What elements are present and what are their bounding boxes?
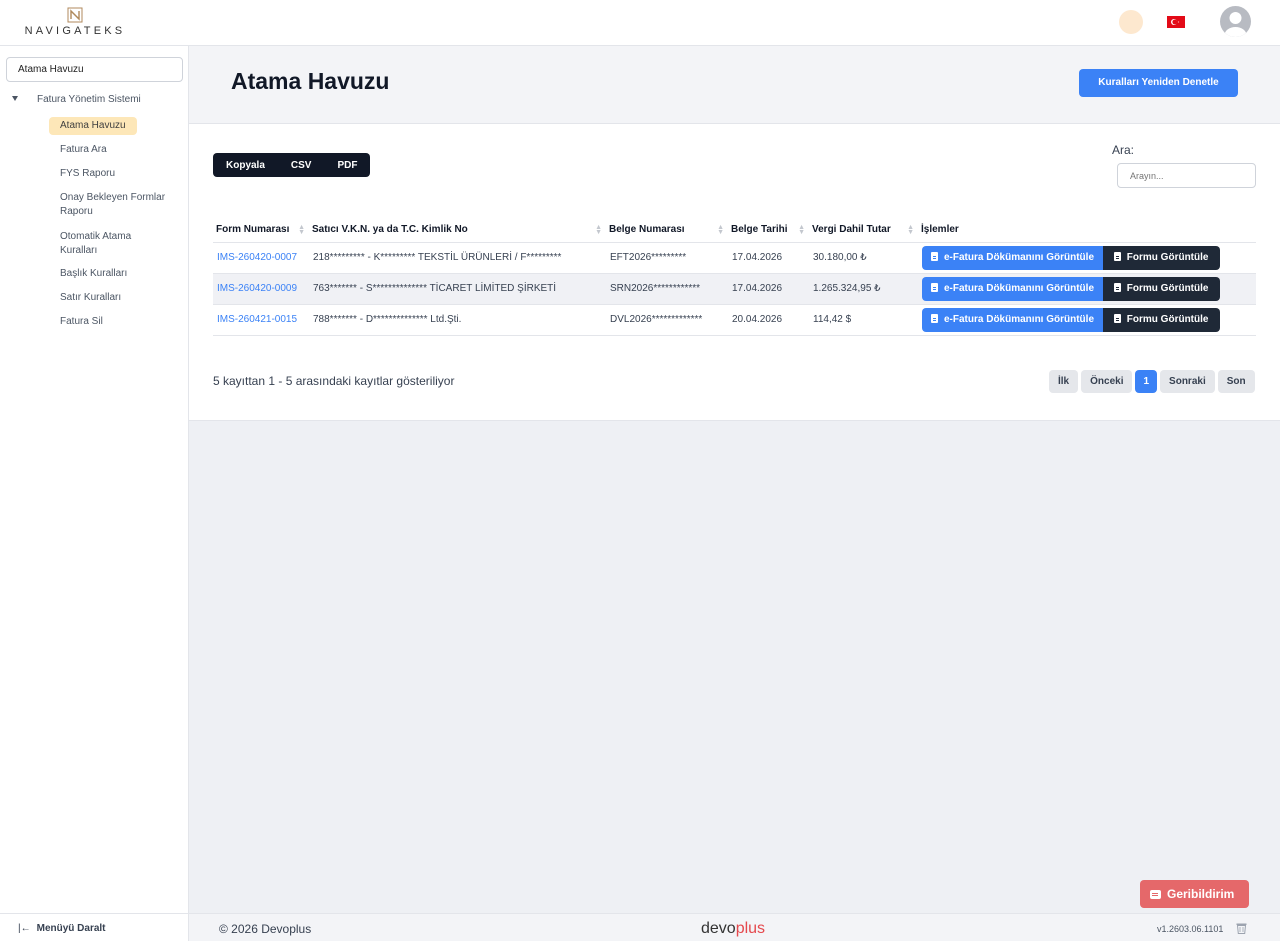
sidebar-item-satir-kurallari[interactable]: Satır Kuralları — [60, 291, 180, 305]
page-last-button[interactable]: Son — [1217, 370, 1255, 393]
recheck-rules-button[interactable]: Kuralları Yeniden Denetle — [1079, 69, 1238, 97]
copyright-text: © 2026 Devoplus — [219, 922, 312, 936]
page-number-button[interactable]: 1 — [1135, 370, 1158, 393]
sidebar-item-onay-bekleyen[interactable]: Onay Bekleyen Formlar Raporu — [60, 191, 180, 219]
doc-no-cell: SRN2026************ — [606, 273, 728, 305]
table-row: IMS-260421-0015 788******* - D**********… — [213, 304, 1256, 336]
pagination: İlk Önceki 1 Sonraki Son — [1049, 370, 1255, 393]
col-doc-date[interactable]: Belge Tarihi ▲ ▼ — [728, 218, 809, 243]
turkish-flag-icon[interactable] — [1167, 16, 1185, 28]
col-seller[interactable]: Satıcı V.K.N. ya da T.C. Kimlik No ▲ ▼ — [309, 218, 606, 243]
collapse-arrow-icon: |← — [18, 923, 31, 934]
main-panel: Kopyala CSV PDF Ara: Form Numarası▲▼ Sat… — [189, 124, 1280, 421]
sidebar-item-atama-havuzu[interactable]: Atama Havuzu — [49, 117, 137, 135]
col-form-no[interactable]: Form Numarası ▲ ▼ — [213, 218, 309, 243]
search-label: Ara: — [1112, 143, 1135, 157]
actions-cell: e-Fatura Dökümanını Görüntüle Formu Görü… — [918, 273, 1256, 305]
devoplus-logo: devoplus — [701, 920, 766, 937]
table-row: IMS-260420-0009 763******* - S**********… — [213, 273, 1256, 305]
date-cell: 17.04.2026 — [728, 273, 809, 305]
logo-mark-icon — [67, 7, 83, 23]
page-title: Atama Havuzu — [231, 68, 390, 94]
table-header-row: Form Numarası ▲ ▼ Satıcı V.K.N. ya da T.C.… — [213, 218, 1256, 243]
records-info-text: 5 kayıttan 1 - 5 arasındaki kayıtlar gös… — [213, 374, 455, 388]
collapse-menu-button[interactable]: |← Menüyü Daralt — [0, 913, 189, 941]
seller-cell: 763******* - S************** TİCARET LİM… — [309, 273, 606, 305]
feedback-button[interactable]: Geribildirim — [1140, 880, 1249, 908]
caret-down-icon[interactable] — [12, 96, 18, 101]
tree-root-fatura-yonetim[interactable]: Fatura Yönetim Sistemi — [12, 94, 141, 105]
sort-icon: ▲ ▼ — [798, 224, 805, 236]
document-icon — [1113, 282, 1121, 292]
col-doc-no[interactable]: Belge Numarası ▲ ▼ — [606, 218, 728, 243]
document-icon — [931, 251, 938, 261]
page-first-button[interactable]: İlk — [1049, 370, 1079, 393]
amount-cell: 30.180,00 ₺ — [809, 242, 918, 274]
table-search-input[interactable] — [1117, 163, 1256, 188]
collapse-menu-label: Menüyü Daralt — [36, 923, 106, 934]
page-header: Atama Havuzu Kuralları Yeniden Denetle — [189, 46, 1280, 124]
copy-button[interactable]: Kopyala — [213, 153, 278, 177]
amount-cell: 1.265.324,95 ₺ — [809, 273, 918, 305]
sort-asc-icon: ▲ ▼ — [298, 224, 305, 236]
csv-button[interactable]: CSV — [278, 153, 325, 177]
sort-icon: ▲ ▼ — [595, 224, 602, 236]
view-form-button[interactable]: Formu Görüntüle — [1102, 245, 1221, 270]
view-form-button[interactable]: Formu Görüntüle — [1102, 307, 1221, 332]
assignment-table: Form Numarası ▲ ▼ Satıcı V.K.N. ya da T.C.… — [213, 218, 1256, 336]
date-cell: 20.04.2026 — [728, 304, 809, 336]
document-icon — [931, 313, 938, 323]
user-avatar[interactable] — [1220, 6, 1251, 37]
doc-no-cell: EFT2026********* — [606, 242, 728, 274]
sidebar-item-fatura-ara[interactable]: Fatura Ara — [60, 143, 180, 157]
version-text: v1.2603.06.1101 — [1157, 924, 1224, 934]
document-icon — [1113, 251, 1121, 261]
table-row: IMS-260420-0007 218********* - K********… — [213, 242, 1256, 274]
sidebar-item-fys-raporu[interactable]: FYS Raporu — [60, 167, 180, 181]
amount-cell: 114,42 $ — [809, 304, 918, 336]
sidebar-item-baslik-kurallari[interactable]: Başlık Kuralları — [60, 267, 180, 281]
document-icon — [1113, 313, 1121, 323]
notification-icon[interactable] — [1119, 10, 1143, 34]
sidebar-search-input[interactable] — [6, 57, 183, 82]
pdf-button[interactable]: PDF — [324, 153, 370, 177]
document-icon — [931, 282, 938, 292]
footer: © 2026 Devoplus devoplus v1.2603.06.1101 — [189, 913, 1280, 941]
date-cell: 17.04.2026 — [728, 242, 809, 274]
sidebar: Fatura Yönetim Sistemi Atama Havuzu Fatu… — [0, 46, 189, 941]
page-next-button[interactable]: Sonraki — [1160, 370, 1215, 393]
actions-cell: e-Fatura Dökümanını Görüntüle Formu Görü… — [918, 242, 1256, 274]
doc-no-cell: DVL2026************* — [606, 304, 728, 336]
actions-cell: e-Fatura Dökümanını Görüntüle Formu Görü… — [918, 304, 1256, 336]
sidebar-item-otomatik-atama[interactable]: Otomatik Atama Kuralları — [60, 230, 160, 258]
view-efatura-button[interactable]: e-Fatura Dökümanını Görüntüle — [922, 307, 1105, 332]
sort-icon: ▲ ▼ — [907, 224, 914, 236]
view-form-button[interactable]: Formu Görüntüle — [1102, 276, 1221, 301]
page-prev-button[interactable]: Önceki — [1081, 370, 1133, 393]
col-actions: İşlemler — [918, 218, 1256, 243]
tree-root-label: Fatura Yönetim Sistemi — [37, 94, 141, 105]
feedback-icon — [1150, 890, 1161, 899]
trash-icon[interactable] — [1236, 922, 1247, 934]
sidebar-item-fatura-sil[interactable]: Fatura Sil — [60, 315, 180, 329]
col-amount[interactable]: Vergi Dahil Tutar ▲ ▼ — [809, 218, 918, 243]
view-efatura-button[interactable]: e-Fatura Dökümanını Görüntüle — [922, 245, 1105, 270]
form-no-link[interactable]: IMS-260420-0009 — [213, 273, 309, 305]
form-no-link[interactable]: IMS-260421-0015 — [213, 304, 309, 336]
logo[interactable]: NAVIGATEKS — [22, 7, 128, 37]
logo-text: NAVIGATEKS — [24, 25, 126, 37]
view-efatura-button[interactable]: e-Fatura Dökümanını Görüntüle — [922, 276, 1105, 301]
seller-cell: 218********* - K********* TEKSTİL ÜRÜNLE… — [309, 242, 606, 274]
form-no-link[interactable]: IMS-260420-0007 — [213, 242, 309, 274]
export-button-group: Kopyala CSV PDF — [213, 153, 371, 177]
sort-icon: ▲ ▼ — [717, 224, 724, 236]
seller-cell: 788******* - D************** Ltd.Şti. — [309, 304, 606, 336]
top-header: NAVIGATEKS — [0, 0, 1280, 46]
